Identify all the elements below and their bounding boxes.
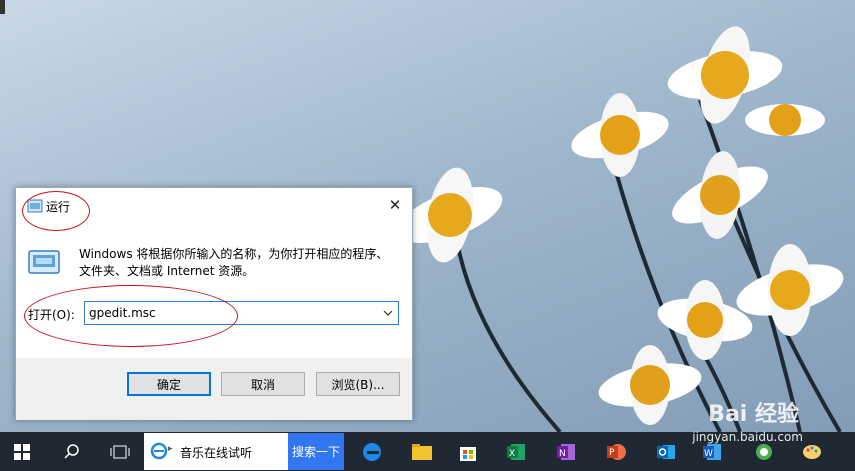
folder-icon <box>412 443 432 460</box>
dialog-titlebar[interactable]: 运行 ✕ <box>16 188 412 224</box>
cancel-button[interactable]: 取消 <box>221 372 305 396</box>
search-submit-button[interactable]: 搜索一下 <box>288 433 344 470</box>
browse-button[interactable]: 浏览(B)... <box>316 372 400 396</box>
edge-button[interactable] <box>350 432 394 471</box>
store-button[interactable] <box>446 432 490 471</box>
file-explorer-button[interactable] <box>400 432 444 471</box>
refresh-icon <box>756 443 772 460</box>
search-text-icon: ▸ <box>168 444 173 454</box>
open-label: 打开(O): <box>28 308 75 322</box>
run-dialog: 运行 ✕ Windows 将根据你所输入的名称，为你打开相应的程序、文件夹、文档… <box>15 187 413 420</box>
powerpoint-button[interactable]: P <box>594 432 638 471</box>
dialog-description: Windows 将根据你所输入的名称，为你打开相应的程序、文件夹、文档或 Int… <box>79 247 389 278</box>
taskbar-search-box[interactable]: ▸ 音乐在线试听 <box>144 433 288 470</box>
svg-text:P: P <box>609 448 615 458</box>
dialog-title: 运行 <box>46 200 71 214</box>
onenote-icon: N <box>557 443 575 460</box>
excel-icon: X <box>507 443 525 460</box>
outlook-button[interactable] <box>644 432 688 471</box>
dialog-footer: 确定 取消 浏览(B)... <box>16 358 412 420</box>
task-view-icon <box>110 445 130 458</box>
task-view-button[interactable] <box>98 432 142 471</box>
svg-text:N: N <box>559 449 566 459</box>
onenote-button[interactable]: N <box>544 432 588 471</box>
search-query[interactable]: 音乐在线试听 <box>180 444 252 461</box>
ok-button[interactable]: 确定 <box>127 372 211 396</box>
close-button[interactable]: ✕ <box>378 188 412 222</box>
run-icon-small <box>27 199 43 213</box>
svg-text:W: W <box>704 449 713 459</box>
word-icon: W <box>703 443 721 460</box>
chevron-down-icon[interactable] <box>381 306 395 320</box>
store-icon <box>460 446 476 461</box>
excel-button[interactable]: X <box>494 432 538 471</box>
svg-text:X: X <box>509 449 515 459</box>
edge-icon <box>363 442 381 461</box>
windows-icon <box>14 443 30 460</box>
run-icon <box>28 250 60 274</box>
paint-icon <box>803 444 821 459</box>
outlook-icon <box>657 444 675 459</box>
powerpoint-icon: P <box>607 443 626 460</box>
open-input[interactable]: gpedit.msc <box>89 306 156 320</box>
watermark-url: jingyan.baidu.com <box>692 430 803 444</box>
open-combobox[interactable]: gpedit.msc <box>84 301 399 325</box>
search-button[interactable] <box>50 432 94 471</box>
watermark-brand: Bai 经验 <box>708 402 799 427</box>
start-button[interactable] <box>0 432 44 471</box>
search-icon <box>64 443 79 459</box>
ie-icon <box>150 442 168 460</box>
